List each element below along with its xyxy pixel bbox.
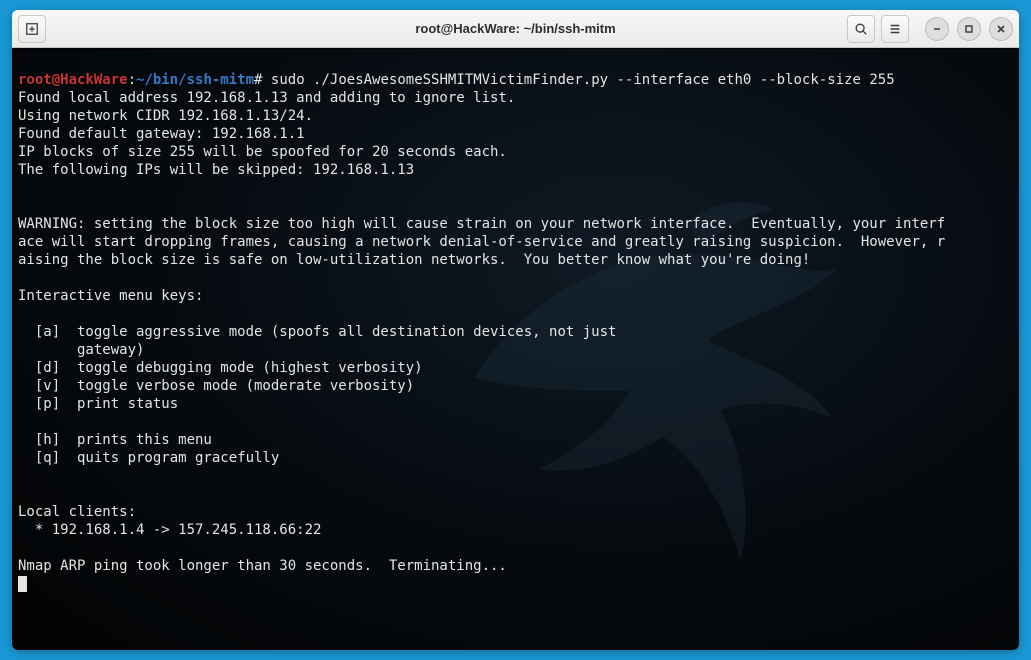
close-button[interactable] bbox=[989, 17, 1013, 41]
output-line: gateway) bbox=[18, 342, 144, 358]
terminal-content: root@HackWare:~/bin/ssh-mitm# sudo ./Joe… bbox=[12, 49, 1019, 597]
close-icon bbox=[996, 24, 1006, 34]
minimize-icon bbox=[932, 24, 942, 34]
output-line: [a] toggle aggressive mode (spoofs all d… bbox=[18, 324, 616, 340]
output-line: Using network CIDR 192.168.1.13/24. bbox=[18, 108, 313, 124]
titlebar: root@HackWare: ~/bin/ssh-mitm bbox=[12, 10, 1019, 48]
prompt-user-host: root@HackWare bbox=[18, 72, 128, 88]
maximize-icon bbox=[964, 24, 974, 34]
search-icon bbox=[854, 22, 868, 36]
output-line: The following IPs will be skipped: 192.1… bbox=[18, 162, 414, 178]
new-tab-button[interactable] bbox=[18, 15, 46, 43]
prompt-path: ~/bin/ssh-mitm bbox=[136, 72, 254, 88]
output-line: Found default gateway: 192.168.1.1 bbox=[18, 126, 305, 142]
hamburger-icon bbox=[888, 22, 902, 36]
maximize-button[interactable] bbox=[957, 17, 981, 41]
search-button[interactable] bbox=[847, 15, 875, 43]
prompt-symbol: # bbox=[254, 72, 262, 88]
output-line: * 192.168.1.4 -> 157.245.118.66:22 bbox=[18, 522, 321, 538]
output-line: ace will start dropping frames, causing … bbox=[18, 234, 945, 250]
output-line: [v] toggle verbose mode (moderate verbos… bbox=[18, 378, 414, 394]
terminal-window: root@HackWare: ~/bin/ssh-mitm bbox=[12, 10, 1019, 650]
output-line: [d] toggle debugging mode (highest verbo… bbox=[18, 360, 423, 376]
terminal-cursor bbox=[18, 576, 27, 592]
minimize-button[interactable] bbox=[925, 17, 949, 41]
output-line: WARNING: setting the block size too high… bbox=[18, 216, 945, 232]
menu-button[interactable] bbox=[881, 15, 909, 43]
command-text: sudo ./JoesAwesomeSSHMITMVictimFinder.py… bbox=[271, 72, 895, 88]
output-line: [h] prints this menu bbox=[18, 432, 212, 448]
output-line: [p] print status bbox=[18, 396, 178, 412]
output-line: IP blocks of size 255 will be spoofed fo… bbox=[18, 144, 507, 160]
prompt-line: root@HackWare:~/bin/ssh-mitm# sudo ./Joe… bbox=[18, 72, 895, 88]
output-line: [q] quits program gracefully bbox=[18, 450, 279, 466]
terminal-area[interactable]: root@HackWare:~/bin/ssh-mitm# sudo ./Joe… bbox=[12, 48, 1019, 650]
output-line: Interactive menu keys: bbox=[18, 288, 203, 304]
output-line: Local clients: bbox=[18, 504, 136, 520]
output-line: Found local address 192.168.1.13 and add… bbox=[18, 90, 515, 106]
output-line: aising the block size is safe on low-uti… bbox=[18, 252, 810, 268]
output-line: Nmap ARP ping took longer than 30 second… bbox=[18, 558, 507, 574]
new-tab-icon bbox=[25, 22, 39, 36]
